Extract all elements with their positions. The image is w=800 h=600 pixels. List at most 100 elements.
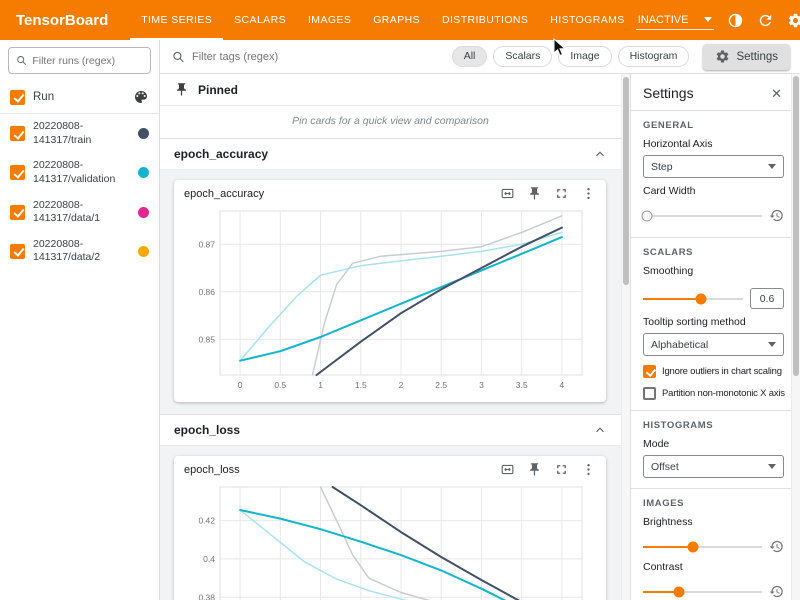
runs-filter-input[interactable] bbox=[32, 55, 143, 67]
brightness-slider[interactable] bbox=[643, 546, 762, 548]
settings-section-general: GENERAL Horizontal Axis Step Card Width bbox=[631, 111, 792, 237]
reset-icon[interactable] bbox=[769, 584, 784, 599]
horizontal-axis-select[interactable]: Step bbox=[643, 155, 784, 178]
histogram-mode-select[interactable]: Offset bbox=[643, 455, 784, 478]
pin-icon[interactable] bbox=[527, 186, 542, 201]
settings-button[interactable]: Settings bbox=[703, 44, 790, 70]
partition-x-axis-label: Partition non-monotonic X axis bbox=[662, 388, 785, 399]
fit-to-data-icon[interactable] bbox=[500, 462, 515, 477]
run-label: 20220808-141317/data/1 bbox=[33, 199, 130, 226]
card-header: epoch_loss bbox=[184, 462, 596, 477]
chip-histogram[interactable]: Histogram bbox=[618, 46, 690, 67]
settings-section-scalars: SCALARS Smoothing Tooltip sorting method… bbox=[631, 237, 792, 410]
run-color-dot bbox=[138, 246, 149, 257]
more-options-icon[interactable] bbox=[581, 186, 596, 201]
tab-scalars[interactable]: SCALARS bbox=[223, 0, 297, 40]
checkbox[interactable] bbox=[643, 387, 656, 400]
smoothing-slider[interactable] bbox=[643, 298, 743, 300]
run-checkbox[interactable] bbox=[10, 126, 25, 141]
section-header-epoch-accuracy[interactable]: epoch_accuracy bbox=[160, 139, 621, 170]
card-actions bbox=[500, 186, 596, 201]
tab-histograms[interactable]: HISTOGRAMS bbox=[539, 0, 635, 40]
scrollbar-thumb[interactable] bbox=[793, 76, 799, 376]
epoch-accuracy-chart[interactable]: 00.511.522.533.540.850.860.87 bbox=[184, 203, 594, 395]
search-icon bbox=[16, 54, 27, 67]
contrast-slider[interactable] bbox=[643, 591, 762, 593]
tag-filter-input[interactable] bbox=[192, 51, 444, 63]
run-row-train[interactable]: 20220808-141317/train bbox=[0, 114, 159, 153]
chevron-down-icon bbox=[768, 464, 776, 469]
chip-image[interactable]: Image bbox=[558, 46, 611, 67]
reset-icon[interactable] bbox=[769, 539, 784, 554]
theme-toggle-icon[interactable] bbox=[727, 12, 744, 29]
run-checkbox[interactable] bbox=[10, 244, 25, 259]
gear-icon[interactable] bbox=[787, 12, 800, 29]
card-title: epoch_loss bbox=[184, 464, 500, 476]
tensorboard-app: TensorBoard TIME SERIES SCALARS IMAGES G… bbox=[0, 0, 800, 600]
run-row-validation[interactable]: 20220808-141317/validation bbox=[0, 153, 159, 192]
run-label: 20220808-141317/validation bbox=[33, 159, 130, 186]
pinned-empty-message: Pin cards for a quick view and compariso… bbox=[160, 106, 621, 139]
main-scrollbar[interactable] bbox=[621, 74, 630, 600]
chevron-down-icon bbox=[768, 342, 776, 347]
settings-scrollbar[interactable] bbox=[791, 74, 800, 600]
scrollbar-thumb[interactable] bbox=[623, 77, 629, 285]
run-color-dot bbox=[138, 128, 149, 139]
svg-text:0: 0 bbox=[238, 380, 243, 390]
ignore-outliers-label: Ignore outliers in chart scaling bbox=[662, 366, 782, 377]
svg-text:0.85: 0.85 bbox=[198, 334, 215, 344]
chip-all[interactable]: All bbox=[452, 46, 488, 67]
tab-images[interactable]: IMAGES bbox=[297, 0, 362, 40]
chevron-up-icon[interactable] bbox=[593, 147, 607, 161]
tooltip-sorting-select[interactable]: Alphabetical bbox=[643, 333, 784, 356]
tab-graphs[interactable]: GRAPHS bbox=[362, 0, 431, 40]
tooltip-sorting-value: Alphabetical bbox=[651, 339, 708, 351]
reset-icon[interactable] bbox=[769, 208, 784, 223]
pin-icon[interactable] bbox=[527, 462, 542, 477]
brightness-label: Brightness bbox=[643, 516, 784, 528]
images-heading: IMAGES bbox=[643, 498, 784, 509]
mode-label: Mode bbox=[643, 438, 784, 450]
card-title: epoch_accuracy bbox=[184, 188, 500, 200]
section-title: epoch_accuracy bbox=[174, 147, 268, 161]
fullscreen-icon[interactable] bbox=[554, 462, 569, 477]
run-row-data-2[interactable]: 20220808-141317/data/2 bbox=[0, 232, 159, 271]
card-width-slider[interactable] bbox=[643, 215, 762, 217]
general-heading: GENERAL bbox=[643, 120, 784, 131]
fullscreen-icon[interactable] bbox=[554, 186, 569, 201]
tag-type-chips: All Scalars Image Histogram bbox=[452, 46, 690, 67]
epoch-loss-chart[interactable]: 00.511.522.533.540.360.380.40.42 bbox=[184, 479, 594, 600]
svg-text:1.5: 1.5 bbox=[355, 380, 367, 390]
partition-x-axis-checkbox-row[interactable]: Partition non-monotonic X axis bbox=[643, 387, 784, 400]
section-body-epoch-accuracy: epoch_accuracy bbox=[160, 170, 621, 415]
refresh-icon[interactable] bbox=[757, 12, 774, 29]
chip-scalars[interactable]: Scalars bbox=[493, 46, 552, 67]
run-checkbox[interactable] bbox=[10, 165, 25, 180]
svg-text:3: 3 bbox=[479, 380, 484, 390]
run-row-data-1[interactable]: 20220808-141317/data/1 bbox=[0, 193, 159, 232]
settings-button-label: Settings bbox=[736, 51, 778, 63]
section-header-epoch-loss[interactable]: epoch_loss bbox=[160, 415, 621, 446]
run-label: 20220808-141317/data/2 bbox=[33, 238, 130, 265]
checkbox[interactable] bbox=[643, 365, 656, 378]
ignore-outliers-checkbox-row[interactable]: Ignore outliers in chart scaling bbox=[643, 365, 784, 378]
svg-text:4: 4 bbox=[560, 380, 565, 390]
runs-filter-box[interactable] bbox=[8, 47, 151, 74]
data-status-dropdown[interactable]: INACTIVE bbox=[636, 11, 715, 30]
chevron-down-icon bbox=[768, 164, 776, 169]
close-icon[interactable]: ✕ bbox=[771, 87, 782, 100]
tab-distributions[interactable]: DISTRIBUTIONS bbox=[431, 0, 539, 40]
palette-icon[interactable] bbox=[133, 89, 149, 105]
run-checkbox[interactable] bbox=[10, 205, 25, 220]
run-color-dot bbox=[138, 167, 149, 178]
card-header: epoch_accuracy bbox=[184, 186, 596, 201]
select-all-runs-checkbox[interactable] bbox=[10, 90, 25, 105]
svg-text:0.5: 0.5 bbox=[274, 380, 286, 390]
settings-panel: Settings ✕ GENERAL Horizontal Axis Step … bbox=[630, 74, 800, 600]
fit-to-data-icon[interactable] bbox=[500, 186, 515, 201]
more-options-icon[interactable] bbox=[581, 462, 596, 477]
tag-filter-box[interactable] bbox=[172, 50, 444, 64]
chevron-up-icon[interactable] bbox=[593, 423, 607, 437]
tab-time-series[interactable]: TIME SERIES bbox=[130, 0, 223, 40]
smoothing-value-input[interactable] bbox=[750, 288, 784, 309]
